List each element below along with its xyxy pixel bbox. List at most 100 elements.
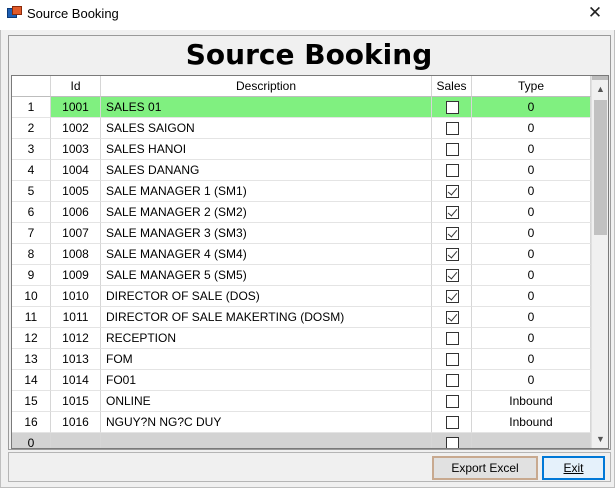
cell-description[interactable]: SALE MANAGER 1 (SM1) <box>101 181 432 202</box>
row-header[interactable]: 8 <box>12 244 51 265</box>
row-header[interactable]: 15 <box>12 391 51 412</box>
cell-id[interactable]: 1016 <box>51 412 101 433</box>
cell-description[interactable]: SALE MANAGER 4 (SM4) <box>101 244 432 265</box>
sales-checkbox[interactable] <box>446 122 459 135</box>
row-header[interactable]: 14 <box>12 370 51 391</box>
cell-sales[interactable] <box>432 391 472 412</box>
cell-sales[interactable] <box>432 349 472 370</box>
cell-id[interactable]: 1004 <box>51 160 101 181</box>
column-header-type[interactable]: Type <box>472 76 591 97</box>
cell-sales[interactable] <box>432 412 472 433</box>
sales-checkbox[interactable] <box>446 164 459 177</box>
row-header[interactable]: 12 <box>12 328 51 349</box>
cell-id[interactable]: 1002 <box>51 118 101 139</box>
cell-type[interactable]: 0 <box>472 202 591 223</box>
sales-checkbox[interactable] <box>446 227 459 240</box>
cell-id[interactable]: 1001 <box>51 97 101 118</box>
booking-grid[interactable]: Id Description Sales Type ▲ ▼ 1 1001 SALES… <box>11 75 609 449</box>
column-header-description[interactable]: Description <box>101 76 432 97</box>
row-header[interactable]: 10 <box>12 286 51 307</box>
vertical-scrollbar[interactable]: ▲ ▼ <box>591 76 608 448</box>
cell-id[interactable]: 1014 <box>51 370 101 391</box>
cell-sales[interactable] <box>432 265 472 286</box>
column-header-sales[interactable]: Sales <box>432 76 472 97</box>
cell-id[interactable]: 1011 <box>51 307 101 328</box>
cell-id[interactable]: 1008 <box>51 244 101 265</box>
cell-type[interactable]: 0 <box>472 328 591 349</box>
row-header[interactable]: 3 <box>12 139 51 160</box>
cell-description[interactable]: SALE MANAGER 3 (SM3) <box>101 223 432 244</box>
cell-description[interactable]: SALE MANAGER 2 (SM2) <box>101 202 432 223</box>
cell-description[interactable]: SALES HANOI <box>101 139 432 160</box>
row-header[interactable]: 5 <box>12 181 51 202</box>
row-header[interactable]: 9 <box>12 265 51 286</box>
sales-checkbox[interactable] <box>446 353 459 366</box>
sales-checkbox[interactable] <box>446 437 459 448</box>
cell-description[interactable]: RECEPTION <box>101 328 432 349</box>
cell-id[interactable] <box>51 433 101 448</box>
sales-checkbox[interactable] <box>446 395 459 408</box>
cell-type[interactable]: 0 <box>472 244 591 265</box>
cell-sales[interactable] <box>432 202 472 223</box>
exit-button[interactable]: Exit <box>542 456 605 480</box>
cell-id[interactable]: 1003 <box>51 139 101 160</box>
cell-id[interactable]: 1006 <box>51 202 101 223</box>
cell-description[interactable]: ONLINE <box>101 391 432 412</box>
sales-checkbox[interactable] <box>446 269 459 282</box>
cell-type[interactable]: 0 <box>472 97 591 118</box>
cell-description[interactable] <box>101 433 432 448</box>
column-header-id[interactable]: Id <box>51 76 101 97</box>
scroll-down-icon[interactable]: ▼ <box>592 431 608 448</box>
cell-description[interactable]: NGUY?N NG?C DUY <box>101 412 432 433</box>
cell-sales[interactable] <box>432 223 472 244</box>
sales-checkbox[interactable] <box>446 248 459 261</box>
cell-type[interactable]: 0 <box>472 370 591 391</box>
cell-description[interactable]: SALES SAIGON <box>101 118 432 139</box>
cell-id[interactable]: 1009 <box>51 265 101 286</box>
cell-sales[interactable] <box>432 244 472 265</box>
sales-checkbox[interactable] <box>446 311 459 324</box>
cell-description[interactable]: FO01 <box>101 370 432 391</box>
scrollbar-thumb[interactable] <box>594 100 607 235</box>
row-header[interactable]: 6 <box>12 202 51 223</box>
cell-sales[interactable] <box>432 370 472 391</box>
cell-description[interactable]: DIRECTOR OF SALE (DOS) <box>101 286 432 307</box>
cell-type[interactable]: 0 <box>472 139 591 160</box>
cell-type[interactable]: 0 <box>472 118 591 139</box>
cell-sales[interactable] <box>432 139 472 160</box>
cell-sales[interactable] <box>432 433 472 448</box>
cell-sales[interactable] <box>432 181 472 202</box>
cell-description[interactable]: FOM <box>101 349 432 370</box>
cell-type[interactable]: Inbound <box>472 412 591 433</box>
sales-checkbox[interactable] <box>446 416 459 429</box>
scroll-up-icon[interactable]: ▲ <box>592 81 608 98</box>
cell-type[interactable]: 0 <box>472 223 591 244</box>
export-excel-button[interactable]: Export Excel <box>432 456 538 480</box>
cell-sales[interactable] <box>432 328 472 349</box>
cell-id[interactable]: 1015 <box>51 391 101 412</box>
sales-checkbox[interactable] <box>446 374 459 387</box>
cell-sales[interactable] <box>432 160 472 181</box>
sales-checkbox[interactable] <box>446 143 459 156</box>
cell-type[interactable]: 0 <box>472 265 591 286</box>
cell-description[interactable]: SALES 01 <box>101 97 432 118</box>
cell-sales[interactable] <box>432 307 472 328</box>
cell-type[interactable]: 0 <box>472 286 591 307</box>
sales-checkbox[interactable] <box>446 185 459 198</box>
sales-checkbox[interactable] <box>446 101 459 114</box>
row-header[interactable]: 13 <box>12 349 51 370</box>
row-header[interactable]: 7 <box>12 223 51 244</box>
cell-id[interactable]: 1013 <box>51 349 101 370</box>
cell-type[interactable]: 0 <box>472 307 591 328</box>
cell-type[interactable]: Inbound <box>472 391 591 412</box>
close-icon[interactable]: ✕ <box>584 3 606 23</box>
cell-type[interactable]: 0 <box>472 349 591 370</box>
row-header[interactable]: 1 <box>12 97 51 118</box>
sales-checkbox[interactable] <box>446 206 459 219</box>
cell-type[interactable]: 0 <box>472 160 591 181</box>
cell-type[interactable]: 0 <box>472 181 591 202</box>
row-header[interactable]: 2 <box>12 118 51 139</box>
row-header[interactable]: 0 <box>12 433 51 448</box>
cell-description[interactable]: SALES DANANG <box>101 160 432 181</box>
cell-sales[interactable] <box>432 97 472 118</box>
